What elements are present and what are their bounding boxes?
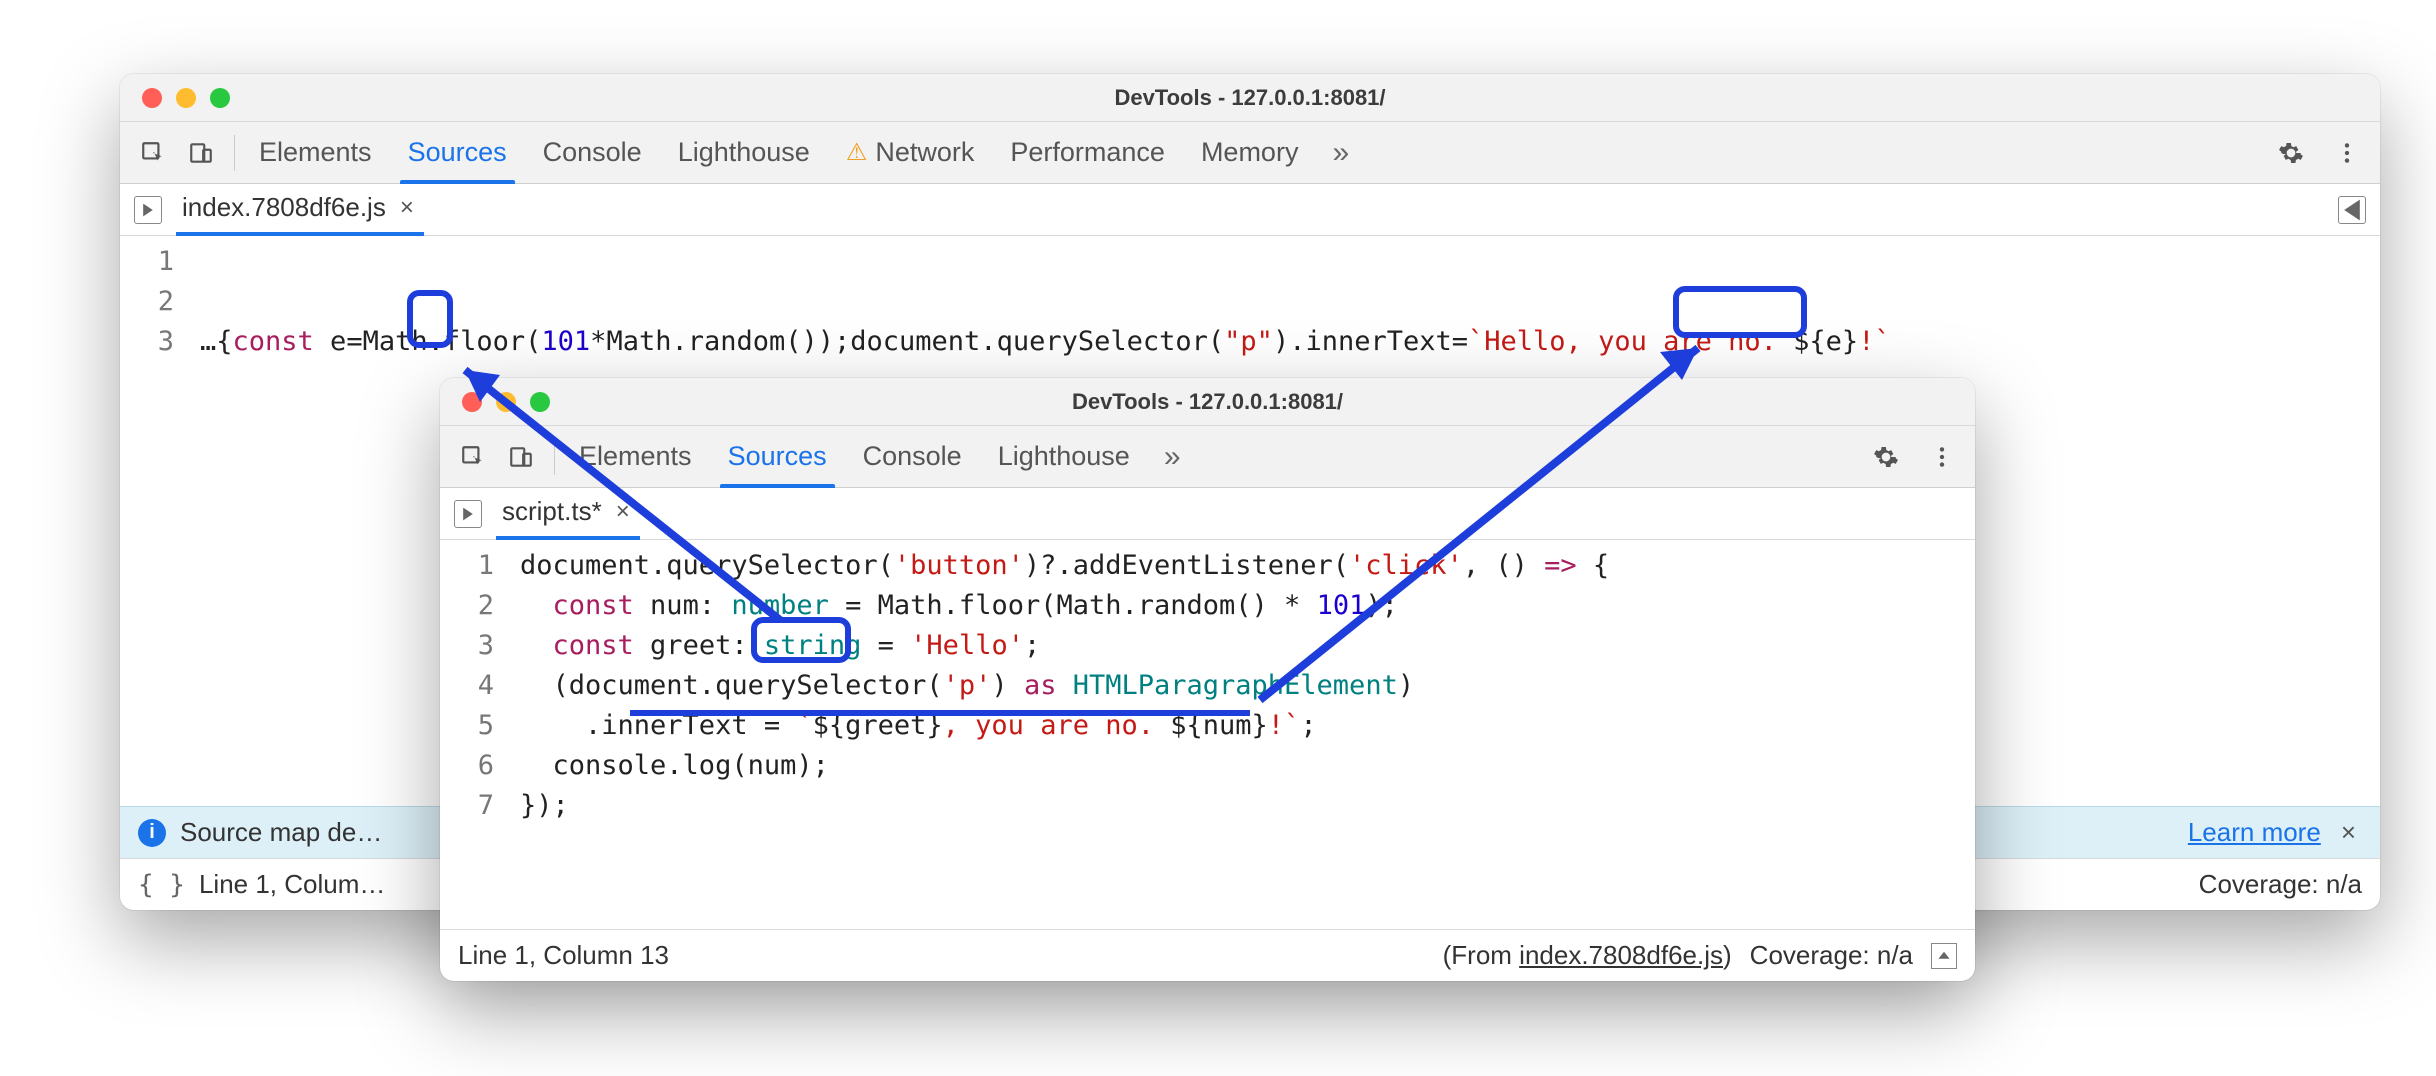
file-tab[interactable]: index.7808df6e.js ×: [176, 184, 424, 236]
file-tabbar: index.7808df6e.js ×: [120, 184, 2380, 236]
toggle-navigator-icon[interactable]: [454, 500, 482, 528]
window-title: DevTools - 127.0.0.1:8081/: [120, 85, 2380, 111]
close-file-tab-icon[interactable]: ×: [612, 498, 634, 526]
status-bar: Line 1, Column 13 (From index.7808df6e.j…: [440, 929, 1975, 981]
from-source: (From index.7808df6e.js): [1443, 940, 1732, 971]
panel-tabbar: ElementsSourcesConsoleLighthouse »: [440, 426, 1975, 488]
info-icon: i: [138, 819, 166, 847]
source-link[interactable]: index.7808df6e.js: [1519, 940, 1723, 970]
panel-tab-elements[interactable]: Elements: [561, 426, 710, 488]
maximize-window-button[interactable]: [210, 88, 230, 108]
toggle-debugger-icon[interactable]: [2338, 196, 2366, 224]
file-tabbar: script.ts* ×: [440, 488, 1975, 540]
titlebar: DevTools - 127.0.0.1:8081/: [440, 378, 1975, 426]
close-window-button[interactable]: [142, 88, 162, 108]
file-tab-label: script.ts*: [502, 496, 602, 527]
panel-tab-elements[interactable]: Elements: [241, 122, 390, 184]
minimize-window-button[interactable]: [176, 88, 196, 108]
panel-tabbar: ElementsSourcesConsoleLighthouseNetworkP…: [120, 122, 2380, 184]
dismiss-infobar-icon[interactable]: ×: [2335, 817, 2362, 848]
panel-tab-sources[interactable]: Sources: [710, 426, 845, 488]
panel-tab-lighthouse[interactable]: Lighthouse: [980, 426, 1148, 488]
settings-gear-icon[interactable]: [2276, 138, 2306, 168]
settings-gear-icon[interactable]: [1871, 442, 1901, 472]
more-tabs-icon[interactable]: »: [1322, 136, 1359, 170]
coverage-status: Coverage: n/a: [2199, 869, 2362, 900]
cursor-position: Line 1, Column 13: [458, 940, 669, 971]
file-tab-label: index.7808df6e.js: [182, 192, 386, 223]
panel-tab-performance[interactable]: Performance: [992, 122, 1183, 184]
learn-more-link[interactable]: Learn more: [2188, 817, 2321, 848]
kebab-menu-icon[interactable]: [2332, 138, 2362, 168]
infobar-text: Source map de…: [180, 817, 382, 848]
file-tab[interactable]: script.ts* ×: [496, 488, 640, 540]
cursor-position: Line 1, Colum…: [199, 869, 385, 900]
close-window-button[interactable]: [462, 392, 482, 412]
device-toggle-icon[interactable]: [506, 442, 536, 472]
code-content: document.querySelector('button')?.addEve…: [510, 540, 1619, 929]
panel-tab-network[interactable]: Network: [828, 122, 993, 184]
code-editor[interactable]: 1234567 document.querySelector('button')…: [440, 540, 1975, 929]
inspect-element-icon[interactable]: [138, 138, 168, 168]
line-gutter: 123: [120, 236, 190, 806]
inspect-element-icon[interactable]: [458, 442, 488, 472]
titlebar: DevTools - 127.0.0.1:8081/: [120, 74, 2380, 122]
panel-tab-memory[interactable]: Memory: [1183, 122, 1317, 184]
window-title: DevTools - 127.0.0.1:8081/: [440, 389, 1975, 415]
maximize-window-button[interactable]: [530, 392, 550, 412]
panel-tab-console[interactable]: Console: [525, 122, 660, 184]
close-file-tab-icon[interactable]: ×: [396, 194, 418, 222]
traffic-lights: [120, 88, 230, 108]
minimize-window-button[interactable]: [496, 392, 516, 412]
kebab-menu-icon[interactable]: [1927, 442, 1957, 472]
panel-tab-console[interactable]: Console: [845, 426, 980, 488]
panel-tab-sources[interactable]: Sources: [390, 122, 525, 184]
coverage-status: Coverage: n/a: [1750, 940, 1913, 971]
toggle-navigator-icon[interactable]: [134, 196, 162, 224]
panel-tab-lighthouse[interactable]: Lighthouse: [660, 122, 828, 184]
traffic-lights: [440, 392, 550, 412]
line-gutter: 1234567: [440, 540, 510, 929]
pretty-print-icon[interactable]: { }: [138, 870, 185, 900]
more-tabs-icon[interactable]: »: [1154, 440, 1191, 474]
device-toggle-icon[interactable]: [186, 138, 216, 168]
expand-panel-icon[interactable]: [1931, 943, 1957, 969]
devtools-window-inner: DevTools - 127.0.0.1:8081/ ElementsSourc…: [440, 378, 1975, 981]
